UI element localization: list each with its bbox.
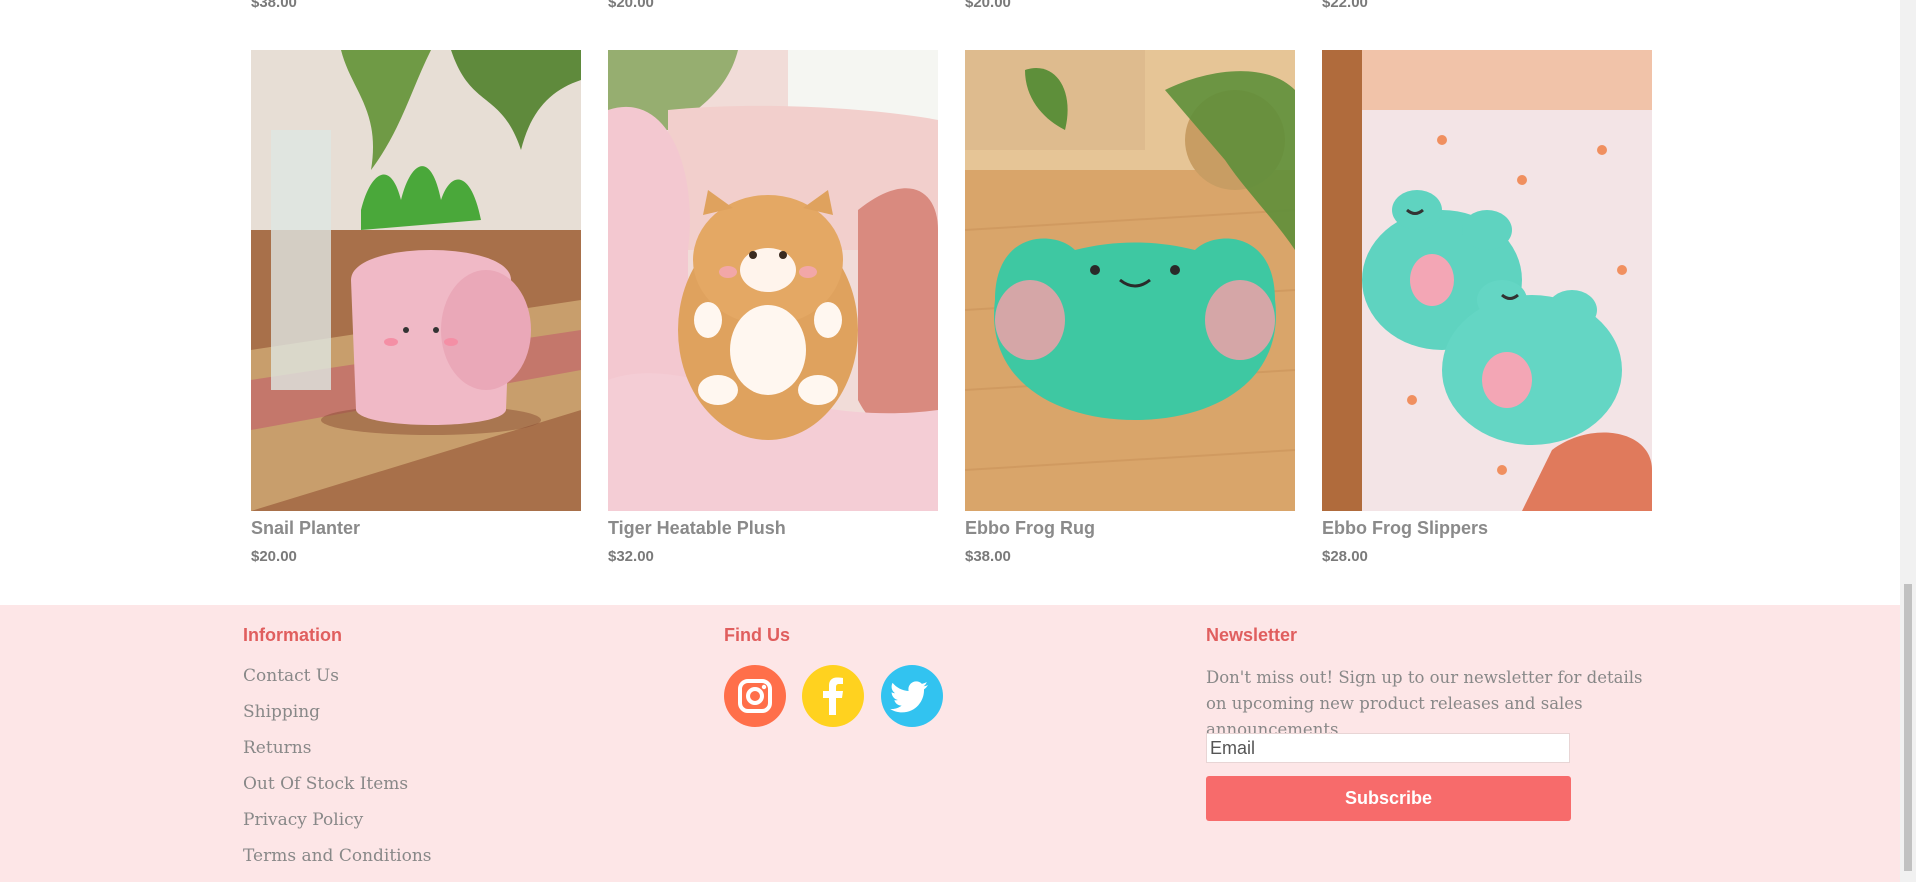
site-footer: Information Contact Us Shipping Returns … — [0, 605, 1900, 882]
previous-row-prices: $38.00 $20.00 $20.00 $22.00 — [0, 0, 1900, 11]
out-of-stock-link[interactable]: Out Of Stock Items — [243, 771, 432, 807]
instagram-icon[interactable] — [724, 665, 786, 727]
product-name[interactable]: Ebbo Frog Rug — [965, 518, 1295, 540]
product-card[interactable]: Tiger Heatable Plush $32.00 — [608, 50, 938, 565]
product-grid: Snail Planter $20.00 Tiger Heatable Plus… — [0, 50, 1900, 570]
product-price: $38.00 — [965, 548, 1011, 565]
information-links: Contact Us Shipping Returns Out Of Stock… — [243, 663, 432, 879]
frog-slippers-photo — [1322, 50, 1652, 511]
product-name[interactable]: Ebbo Frog Slippers — [1322, 518, 1652, 540]
privacy-policy-link[interactable]: Privacy Policy — [243, 807, 432, 843]
product-card[interactable]: Snail Planter $20.00 — [251, 50, 581, 565]
product-price: $32.00 — [608, 548, 654, 565]
product-price: $20.00 — [965, 0, 1011, 11]
product-card[interactable]: Ebbo Frog Slippers $28.00 — [1322, 50, 1652, 565]
subscribe-button[interactable]: Subscribe — [1206, 776, 1571, 821]
frog-rug-image[interactable] — [965, 50, 1295, 511]
email-field[interactable]: Email — [1206, 733, 1570, 763]
information-title: Information — [243, 625, 342, 645]
facebook-icon[interactable] — [802, 665, 864, 727]
product-price: $20.00 — [251, 548, 297, 565]
returns-link[interactable]: Returns — [243, 735, 432, 771]
frog-rug-photo — [965, 50, 1295, 511]
product-name[interactable]: Snail Planter — [251, 518, 581, 540]
snail-planter-image[interactable] — [251, 50, 581, 511]
product-name[interactable]: Tiger Heatable Plush — [608, 518, 938, 540]
shipping-link[interactable]: Shipping — [243, 699, 432, 735]
tiger-plush-image[interactable] — [608, 50, 938, 511]
frog-slippers-image[interactable] — [1322, 50, 1652, 511]
product-card[interactable]: Ebbo Frog Rug $38.00 — [965, 50, 1295, 565]
contact-us-link[interactable]: Contact Us — [243, 663, 432, 699]
find-us-title: Find Us — [724, 625, 790, 645]
product-price: $22.00 — [1322, 0, 1368, 11]
newsletter-description: Don't miss out! Sign up to our newslette… — [1206, 668, 1643, 739]
snail-planter-photo — [251, 50, 581, 511]
terms-link[interactable]: Terms and Conditions — [243, 843, 432, 879]
product-price: $28.00 — [1322, 548, 1368, 565]
newsletter-title: Newsletter — [1206, 625, 1298, 645]
vertical-scrollbar[interactable] — [1900, 0, 1916, 882]
twitter-icon[interactable] — [881, 665, 943, 727]
product-price: $38.00 — [251, 0, 297, 11]
tiger-plush-photo — [608, 50, 938, 511]
product-price: $20.00 — [608, 0, 654, 11]
scrollbar-thumb[interactable] — [1904, 584, 1912, 871]
